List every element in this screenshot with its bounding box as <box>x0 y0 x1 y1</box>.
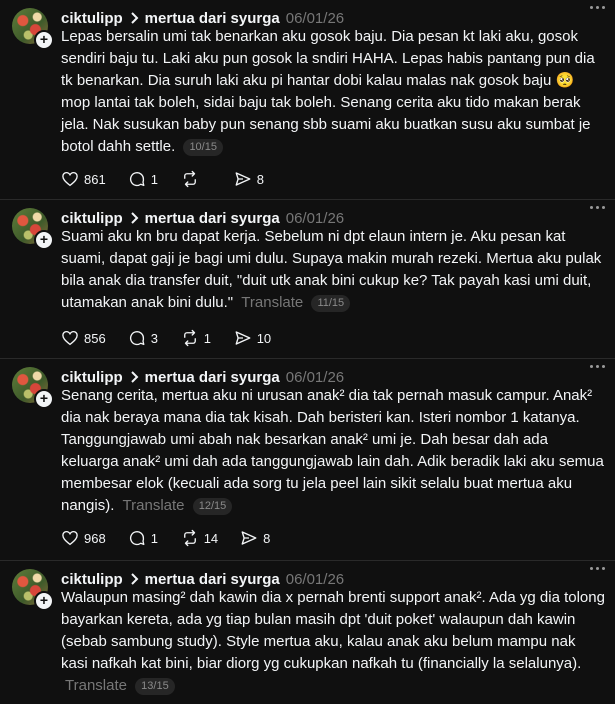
action-bar: 856 3 1 10 <box>61 327 293 349</box>
translate-link[interactable]: Translate <box>123 497 185 514</box>
thread-post: + ciktulipp mertua dari syurga 06/01/26 … <box>0 359 615 560</box>
heart-icon <box>62 530 78 546</box>
repost-button[interactable]: 1 <box>181 329 212 347</box>
heart-icon <box>62 330 78 346</box>
repost-icon <box>183 170 196 188</box>
post-body: Walaupun masing² dah kawin dia x pernah … <box>61 589 605 672</box>
reply-count: 1 <box>150 530 158 546</box>
username[interactable]: ciktulipp <box>61 571 123 588</box>
send-icon <box>241 531 257 545</box>
like-button[interactable]: 856 <box>61 329 106 347</box>
more-icon[interactable] <box>590 567 605 570</box>
thread-counter: 12/15 <box>192 498 233 515</box>
username[interactable]: ciktulipp <box>61 369 123 386</box>
comment-icon <box>129 331 145 346</box>
thread-post: + ciktulipp mertua dari syurga 06/01/26 … <box>0 561 615 704</box>
chevron-right-icon <box>130 12 139 24</box>
share-count: 10 <box>256 330 272 346</box>
heart-icon <box>62 171 78 187</box>
like-button[interactable]: 968 <box>61 529 106 547</box>
plus-icon[interactable]: + <box>34 30 54 50</box>
share-count: 8 <box>263 530 271 546</box>
post-date: 06/01/26 <box>285 9 345 27</box>
like-count: 856 <box>84 330 106 346</box>
post-header: ciktulipp mertua dari syurga 06/01/26 <box>61 367 344 387</box>
comment-icon <box>129 531 145 546</box>
share-count: 8 <box>256 171 264 187</box>
repost-button[interactable] <box>181 170 212 188</box>
repost-icon <box>183 329 196 347</box>
send-icon <box>235 331 251 345</box>
chevron-right-icon <box>130 573 139 585</box>
post-date: 06/01/26 <box>285 368 345 386</box>
username[interactable]: ciktulipp <box>61 10 123 27</box>
like-button[interactable]: 861 <box>61 170 106 188</box>
reply-button[interactable]: 1 <box>128 529 159 547</box>
action-bar: 968 1 14 8 <box>61 527 293 549</box>
post-header: ciktulipp mertua dari syurga 06/01/26 <box>61 569 344 589</box>
post-body: Lepas bersalin umi tak benarkan aku goso… <box>61 28 595 155</box>
comment-icon <box>129 172 145 187</box>
like-count: 861 <box>84 171 106 187</box>
send-icon <box>235 172 251 186</box>
thread-counter: 11/15 <box>311 295 351 312</box>
post-text: Walaupun masing² dah kawin dia x pernah … <box>61 587 606 697</box>
like-count: 968 <box>84 530 106 546</box>
post-text: Lepas bersalin umi tak benarkan aku goso… <box>61 26 606 158</box>
reply-count: 3 <box>150 330 158 346</box>
reply-button[interactable]: 1 <box>128 170 159 188</box>
reply-count: 1 <box>150 171 158 187</box>
action-bar: 861 1 8 <box>61 168 287 190</box>
translate-link[interactable]: Translate <box>65 677 127 694</box>
thread-post: + ciktulipp mertua dari syurga 06/01/26 … <box>0 0 615 198</box>
post-header: ciktulipp mertua dari syurga 06/01/26 <box>61 8 344 28</box>
more-icon[interactable] <box>590 365 605 368</box>
post-header: ciktulipp mertua dari syurga 06/01/26 <box>61 208 344 228</box>
more-icon[interactable] <box>590 6 605 9</box>
topic-link[interactable]: mertua dari syurga <box>145 571 280 588</box>
plus-icon[interactable]: + <box>34 230 54 250</box>
plus-icon[interactable]: + <box>34 389 54 409</box>
post-body: Senang cerita, mertua aku ni urusan anak… <box>61 387 604 514</box>
post-date: 06/01/26 <box>285 209 345 227</box>
repost-count: 1 <box>203 330 211 346</box>
repost-count: 14 <box>203 530 219 546</box>
username[interactable]: ciktulipp <box>61 210 123 227</box>
topic-link[interactable]: mertua dari syurga <box>145 369 280 386</box>
chevron-right-icon <box>130 371 139 383</box>
topic-link[interactable]: mertua dari syurga <box>145 10 280 27</box>
share-button[interactable]: 10 <box>234 329 271 347</box>
more-icon[interactable] <box>590 206 605 209</box>
reply-button[interactable]: 3 <box>128 329 159 347</box>
repost-button[interactable]: 14 <box>181 529 218 547</box>
share-button[interactable]: 8 <box>240 529 271 547</box>
topic-link[interactable]: mertua dari syurga <box>145 210 280 227</box>
repost-icon <box>183 529 196 547</box>
plus-icon[interactable]: + <box>34 591 54 611</box>
thread-post: + ciktulipp mertua dari syurga 06/01/26 … <box>0 200 615 358</box>
share-button[interactable]: 8 <box>234 170 265 188</box>
translate-link[interactable]: Translate <box>241 294 303 311</box>
post-text: Senang cerita, mertua aku ni urusan anak… <box>61 385 606 517</box>
thread-counter: 13/15 <box>135 678 175 695</box>
thread-counter: 10/15 <box>183 139 223 156</box>
post-date: 06/01/26 <box>285 570 345 588</box>
chevron-right-icon <box>130 212 139 224</box>
post-text: Suami aku kn bru dapat kerja. Sebelum ni… <box>61 226 606 314</box>
